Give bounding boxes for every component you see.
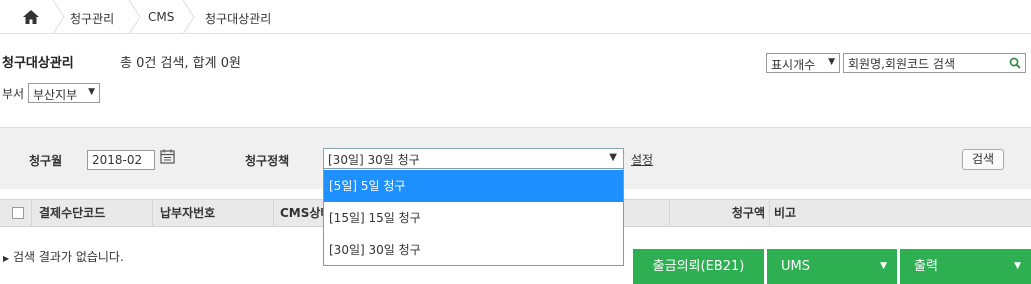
member-search-field[interactable]	[843, 53, 1026, 73]
breadcrumb-separator	[182, 0, 196, 34]
column-header-payment-code[interactable]: 결제수단코드	[32, 200, 153, 226]
member-search-input[interactable]	[848, 56, 998, 70]
select-all-cell	[0, 200, 32, 226]
dept-select[interactable]: 부산지부 ▼	[28, 83, 100, 103]
column-header-payer-number[interactable]: 납부자번호	[153, 200, 274, 226]
caret-right-icon: ▶	[3, 254, 10, 263]
billing-month-label: 청구월	[29, 154, 63, 168]
policy-option[interactable]: [30일] 30일 청구	[324, 234, 623, 266]
policy-selected-value: [30일] 30일 청구	[328, 153, 420, 167]
withdraw-request-button[interactable]: 출금의뢰(EB21)	[633, 249, 764, 284]
print-button-label: 출력	[914, 259, 938, 274]
search-button[interactable]: 검색	[962, 149, 1004, 170]
select-all-checkbox[interactable]	[12, 207, 24, 219]
breadcrumb: 청구관리 CMS 청구대상관리	[0, 0, 1031, 34]
display-count-label: 표시개수	[771, 58, 816, 72]
search-icon[interactable]	[1009, 57, 1021, 69]
page-title: 청구대상관리	[2, 56, 74, 71]
billing-policy-label: 청구정책	[245, 154, 290, 168]
dept-selected-value: 부산지부	[33, 88, 78, 102]
policy-option[interactable]: [15일] 15일 청구	[324, 202, 623, 234]
breadcrumb-separator	[128, 0, 142, 34]
home-icon	[23, 10, 39, 24]
chevron-down-icon: ▼	[609, 152, 617, 163]
billing-month-input[interactable]: 2018-02	[87, 150, 155, 170]
display-count-select[interactable]: 표시개수 ▼	[766, 53, 840, 73]
ums-button[interactable]: UMS ▼	[767, 249, 897, 284]
breadcrumb-item-billing[interactable]: 청구관리	[70, 10, 114, 27]
chevron-down-icon: ▼	[1014, 261, 1021, 271]
dept-label: 부서	[2, 87, 25, 101]
result-summary: 총 0건 검색, 합계 0원	[120, 56, 241, 71]
ums-button-label: UMS	[781, 259, 810, 274]
billing-policy-options: [5일] 5일 청구 [15일] 15일 청구 [30일] 30일 청구	[323, 168, 624, 266]
billing-policy-select[interactable]: [30일] 30일 청구 ▼	[323, 148, 624, 169]
home-button[interactable]	[14, 8, 48, 26]
breadcrumb-item-cms[interactable]: CMS	[148, 10, 174, 24]
empty-result-text: 검색 결과가 없습니다.	[12, 250, 124, 264]
breadcrumb-item-current: 청구대상관리	[205, 12, 272, 26]
chevron-down-icon: ▼	[88, 87, 95, 97]
policy-setting-link[interactable]: 설정	[631, 151, 653, 168]
breadcrumb-separator	[52, 0, 66, 34]
print-button[interactable]: 출력 ▼	[900, 249, 1031, 284]
chevron-down-icon: ▼	[828, 57, 835, 67]
policy-option[interactable]: [5일] 5일 청구	[324, 170, 623, 202]
chevron-down-icon: ▼	[880, 261, 887, 271]
column-header-billing-amount[interactable]: 청구액	[670, 200, 770, 226]
column-header-remarks[interactable]: 비고	[770, 200, 1031, 226]
calendar-icon[interactable]	[160, 149, 176, 164]
empty-result-message: ▶ 검색 결과가 없습니다.	[3, 248, 124, 265]
